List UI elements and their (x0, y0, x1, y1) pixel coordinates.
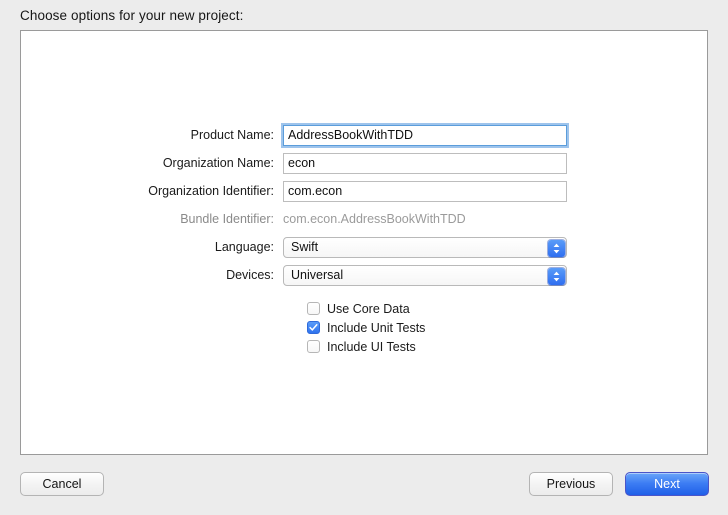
form-row-bundle-identifier: Bundle Identifier: com.econ.AddressBookW… (21, 205, 709, 233)
language-control: Swift (283, 236, 567, 258)
previous-button[interactable]: Previous (529, 472, 613, 496)
devices-select[interactable]: Universal (283, 264, 567, 286)
product-name-input[interactable] (283, 124, 567, 146)
form-row-devices: Devices: Universal (21, 261, 709, 289)
bundle-identifier-control: com.econ.AddressBookWithTDD (283, 209, 466, 230)
checkbox-include-unit-tests[interactable]: Include Unit Tests (307, 318, 709, 337)
checkbox-box-checked[interactable] (307, 321, 320, 334)
organization-identifier-label: Organization Identifier: (148, 184, 274, 198)
bundle-identifier-value: com.econ.AddressBookWithTDD (283, 211, 466, 226)
language-label: Language: (214, 240, 274, 254)
checkmark-icon (309, 324, 318, 331)
checkbox-box[interactable] (307, 302, 320, 315)
organization-identifier-control (283, 180, 567, 202)
product-name-label: Product Name: (190, 128, 274, 142)
organization-identifier-input[interactable] (283, 180, 567, 202)
checkbox-box[interactable] (307, 340, 320, 353)
language-selected-value: Swift (291, 240, 319, 254)
language-select[interactable]: Swift (283, 236, 567, 258)
cancel-button[interactable]: Cancel (20, 472, 104, 496)
checkbox-use-core-data[interactable]: Use Core Data (307, 299, 709, 318)
next-button[interactable]: Next (625, 472, 709, 496)
product-name-control (283, 124, 567, 146)
checkbox-label: Include UI Tests (327, 339, 416, 354)
form-row-organization-identifier: Organization Identifier: (21, 177, 709, 205)
dialog-button-bar: Cancel Previous Next (0, 472, 728, 498)
checkbox-label: Include Unit Tests (327, 320, 426, 335)
form-row-language: Language: Swift (21, 233, 709, 261)
devices-control: Universal (283, 264, 567, 286)
form-row-organization-name: Organization Name: (21, 149, 709, 177)
chevron-updown-icon[interactable] (548, 239, 565, 257)
project-options-form: Product Name: Organization Name: Organiz… (21, 121, 709, 356)
devices-selected-value: Universal (291, 268, 344, 282)
form-row-product-name: Product Name: (21, 121, 709, 149)
options-panel: Product Name: Organization Name: Organiz… (20, 30, 708, 455)
bundle-identifier-label: Bundle Identifier: (180, 212, 274, 226)
checkbox-include-ui-tests[interactable]: Include UI Tests (307, 337, 709, 356)
organization-name-label: Organization Name: (162, 156, 274, 170)
checkbox-label: Use Core Data (327, 301, 410, 316)
chevron-updown-icon[interactable] (548, 267, 565, 285)
organization-name-input[interactable] (283, 152, 567, 174)
devices-label: Devices: (226, 268, 274, 282)
page-title: Choose options for your new project: (20, 8, 244, 23)
organization-name-control (283, 152, 567, 174)
